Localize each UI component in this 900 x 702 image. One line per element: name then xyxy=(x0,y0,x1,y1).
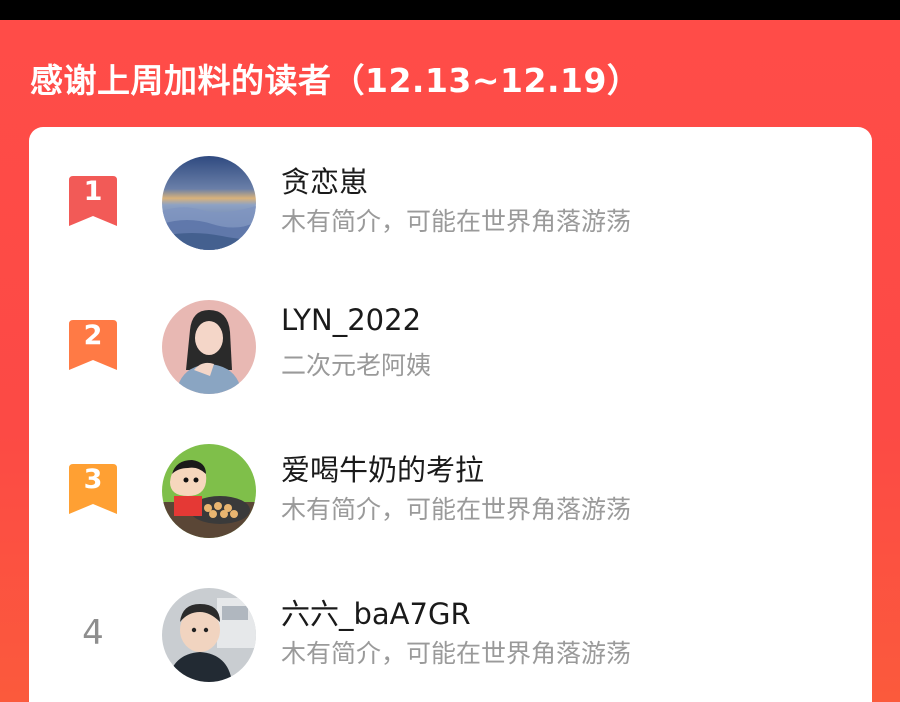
rank-number: 2 xyxy=(83,320,103,351)
reader-thanks-panel: 感谢上周加料的读者（12.13~12.19） 1 贪恋崽 木有简介，可能在世界角… xyxy=(0,20,900,702)
reader-row-1[interactable]: 1 贪恋崽 木有简介，可能在世界角落游荡 xyxy=(29,149,872,269)
reader-name: LYN_2022 xyxy=(281,303,422,337)
reader-bio: 木有简介，可能在世界角落游荡 xyxy=(281,495,632,524)
reader-name: 爱喝牛奶的考拉 xyxy=(281,453,485,487)
rank-ribbon-icon: 3 xyxy=(69,464,117,514)
reader-bio: 木有简介，可能在世界角落游荡 xyxy=(281,207,632,236)
cartoon-boy-avatar[interactable] xyxy=(162,444,256,538)
child-photo-avatar[interactable] xyxy=(162,588,256,682)
rank-number: 3 xyxy=(83,464,103,495)
illustrated-woman-avatar[interactable] xyxy=(162,300,256,394)
reader-name: 六六_baA7GR xyxy=(281,597,471,631)
sky-photo-avatar[interactable] xyxy=(162,156,256,250)
reader-list-card: 1 贪恋崽 木有简介，可能在世界角落游荡 2 LYN_2022 二次元老阿姨 3… xyxy=(29,127,872,702)
rank-number: 4 xyxy=(82,613,104,653)
reader-bio: 二次元老阿姨 xyxy=(281,351,432,380)
rank-number: 1 xyxy=(83,176,103,207)
rank-ribbon-icon: 1 xyxy=(69,176,117,226)
rank-ribbon-icon: 2 xyxy=(69,320,117,370)
reader-row-3[interactable]: 3 爱喝牛奶的考拉 木有简介，可能在世界角落游荡 xyxy=(29,437,872,557)
status-bar xyxy=(0,0,900,20)
reader-row-2[interactable]: 2 LYN_2022 二次元老阿姨 xyxy=(29,293,872,413)
reader-row-4[interactable]: 4 六六_baA7GR 木有简介，可能在世界角落游荡 xyxy=(29,581,872,701)
reader-name: 贪恋崽 xyxy=(281,165,369,199)
panel-title: 感谢上周加料的读者（12.13~12.19） xyxy=(30,61,641,100)
reader-bio: 木有简介，可能在世界角落游荡 xyxy=(281,639,632,668)
